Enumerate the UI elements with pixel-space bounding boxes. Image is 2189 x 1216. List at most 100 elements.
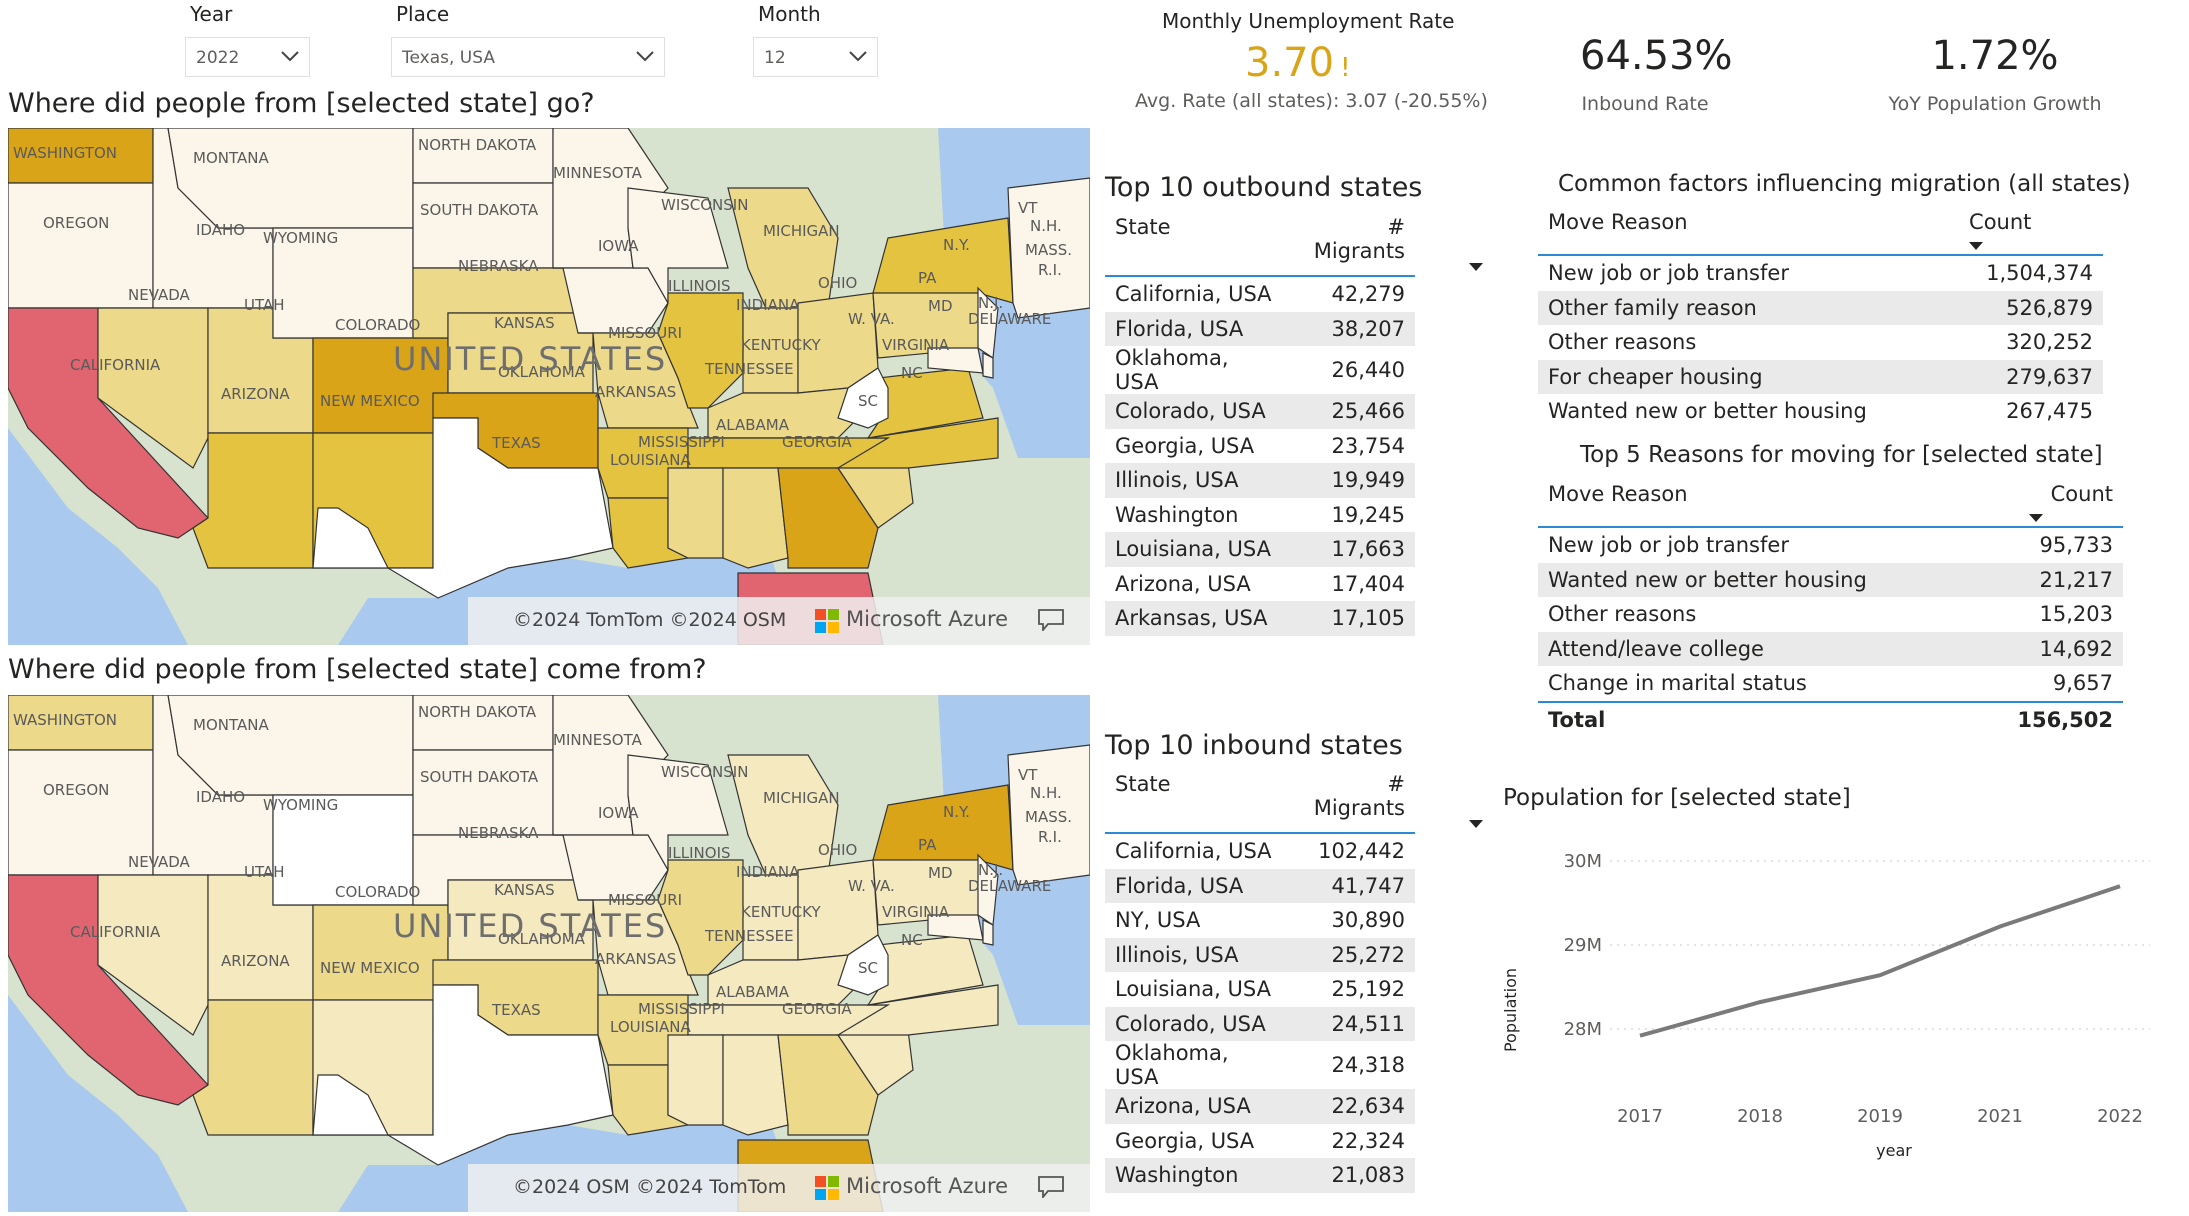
state-alabama[interactable]	[722, 467, 789, 569]
state-label: VIRGINIA	[882, 903, 950, 921]
table-cell-count: 15,203	[2039, 602, 2113, 627]
col-header-count[interactable]: Count	[1974, 482, 2123, 528]
state-delaware[interactable]	[982, 352, 994, 379]
table-row[interactable]: Georgia, USA 22,324	[1105, 1124, 1415, 1159]
state-label: ARIZONA	[221, 952, 290, 970]
feedback-chat-icon[interactable]	[1038, 609, 1064, 631]
state-label: SOUTH DAKOTA	[420, 768, 539, 786]
table-row[interactable]: Illinois, USA 19,949	[1105, 463, 1415, 498]
table-row[interactable]: Oklahoma, USA 24,318	[1105, 1041, 1415, 1089]
state-label: WISCONSIN	[661, 196, 748, 214]
table-row[interactable]: Florida, USA 41,747	[1105, 868, 1415, 903]
country-label: UNITED STATES	[393, 340, 667, 378]
state-south-dakota[interactable]	[412, 749, 554, 836]
table-row[interactable]: Arizona, USA 22,634	[1105, 1089, 1415, 1124]
table-row[interactable]: New job or job transfer 95,733	[1538, 527, 2123, 563]
state-label: KENTUCKY	[741, 903, 821, 921]
table-row[interactable]: Change in marital status 9,657	[1538, 666, 2123, 702]
table-row[interactable]: California, USA 102,442	[1105, 833, 1415, 869]
table-row[interactable]: Other family reason 526,879	[1538, 290, 2103, 325]
inbound-table[interactable]: State # Migrants California, USA 102,442 F…	[1105, 772, 1483, 1193]
table-cell-state: Georgia, USA	[1115, 1128, 1255, 1153]
table-cell-state: California, USA	[1115, 839, 1272, 864]
state-label: IOWA	[598, 237, 639, 255]
table-row[interactable]: Wanted new or better housing 21,217	[1538, 562, 2123, 597]
table-cell-migrants: 21,083	[1282, 1158, 1415, 1193]
state-label: ILLINOIS	[668, 277, 731, 295]
state-label: CALIFORNIA	[70, 923, 161, 941]
state-label: LOUISIANA	[610, 1018, 691, 1036]
sort-descending-icon	[1468, 820, 1483, 828]
table-row[interactable]: Louisiana, USA 25,192	[1105, 972, 1415, 1007]
state-mississippi[interactable]	[667, 1034, 724, 1126]
inbound-map[interactable]: WASHINGTON MONTANA NORTH DAKOTA MINNESOTA OR…	[8, 695, 1090, 1212]
table-cell-state: Florida, USA	[1105, 311, 1283, 346]
state-mississippi[interactable]	[667, 467, 724, 559]
state-south-dakota[interactable]	[412, 182, 554, 269]
outbound-table[interactable]: State # Migrants California, USA 42,279 Fl…	[1105, 215, 1483, 636]
state-montana[interactable]	[167, 695, 414, 796]
table-cell-state: Oklahoma, USA	[1115, 346, 1229, 394]
table-row[interactable]: Louisiana, USA 17,663	[1105, 532, 1415, 567]
state-arizona[interactable]	[192, 432, 314, 569]
table-row[interactable]: Arkansas, USA 17,105	[1105, 601, 1415, 636]
table-row[interactable]: Washington 21,083	[1105, 1158, 1415, 1193]
year-dropdown-value: 2022	[196, 48, 240, 68]
yoy-growth-value: 1.72%	[1931, 33, 2059, 79]
state-label: VT	[1018, 766, 1038, 784]
reasons-table[interactable]: Move Reason Count New job or job transfe…	[1538, 482, 2123, 737]
state-label: INDIANA	[736, 863, 800, 881]
state-delaware[interactable]	[982, 919, 994, 946]
state-label: UTAH	[244, 296, 285, 314]
table-row[interactable]: Florida, USA 38,207	[1105, 311, 1415, 346]
state-arizona[interactable]	[192, 999, 314, 1136]
state-label: ILLINOIS	[668, 844, 731, 862]
state-label: IDAHO	[196, 788, 245, 806]
place-dropdown[interactable]: Texas, USA	[391, 37, 665, 77]
state-label: TEXAS	[491, 434, 541, 452]
table-row[interactable]: Oklahoma, USA 26,440	[1105, 346, 1415, 394]
inbound-map-title: Where did people from [selected state] c…	[8, 654, 707, 685]
alert-icon: !	[1340, 53, 1351, 83]
col-header-move-reason[interactable]: Move Reason	[1538, 210, 1950, 256]
table-row[interactable]: Attend/leave college 14,692	[1538, 631, 2123, 666]
table-cell-migrants: 17,105	[1282, 601, 1415, 636]
table-row[interactable]: New job or job transfer 1,504,374	[1538, 255, 2103, 291]
table-cell-migrants: 22,324	[1331, 1128, 1405, 1153]
table-row[interactable]: Washington 19,245	[1105, 498, 1415, 533]
col-header-state[interactable]: State	[1105, 215, 1283, 277]
table-row[interactable]: Colorado, USA 25,466	[1105, 394, 1415, 429]
table-cell-count: 526,879	[1949, 290, 2103, 325]
population-line-chart[interactable]: 28M 29M 30M 2017 2018 2019 2021 2022 Populatio…	[1490, 820, 2180, 1170]
state-label: MD	[928, 297, 953, 315]
table-cell-reason: Other reasons	[1548, 602, 1697, 627]
map-copyright: ©2024 TomTom ©2024 OSM	[513, 609, 787, 631]
month-dropdown[interactable]: 12	[753, 37, 878, 77]
table-row[interactable]: Wanted new or better housing 267,475	[1538, 394, 2103, 429]
population-series-line[interactable]	[1639, 884, 2121, 1038]
table-row[interactable]: California, USA 42,279	[1105, 276, 1415, 312]
sort-descending-icon	[2029, 514, 2043, 522]
table-cell-state: Illinois, USA	[1105, 937, 1283, 972]
feedback-chat-icon[interactable]	[1038, 1176, 1064, 1198]
col-header-state[interactable]: State	[1105, 772, 1283, 834]
factors-table[interactable]: Move Reason Count New job or job transfe…	[1538, 210, 2103, 429]
col-header-migrants[interactable]: # Migrants	[1282, 772, 1483, 834]
state-alabama[interactable]	[722, 1034, 789, 1136]
state-label: GEORGIA	[782, 433, 852, 451]
table-row[interactable]: Georgia, USA 23,754	[1105, 429, 1415, 464]
col-header-state-label: State	[1115, 772, 1171, 796]
col-header-count[interactable]: Count	[1949, 210, 2103, 256]
table-row[interactable]: Other reasons 320,252	[1538, 325, 2103, 360]
year-dropdown[interactable]: 2022	[185, 37, 310, 77]
state-montana[interactable]	[167, 128, 414, 229]
table-row[interactable]: For cheaper housing 279,637	[1538, 359, 2103, 394]
table-row[interactable]: Other reasons 15,203	[1538, 597, 2123, 632]
table-row[interactable]: Illinois, USA 25,272	[1105, 937, 1415, 972]
col-header-move-reason[interactable]: Move Reason	[1538, 482, 1975, 528]
table-row[interactable]: Colorado, USA 24,511	[1105, 1006, 1415, 1041]
table-row[interactable]: NY, USA 30,890	[1105, 903, 1415, 938]
table-row[interactable]: Arizona, USA 17,404	[1105, 567, 1415, 602]
outbound-map[interactable]: WASHINGTON MONTANA NORTH DAKOTA MINNESOTA OR…	[8, 128, 1090, 645]
col-header-migrants[interactable]: # Migrants	[1282, 215, 1483, 277]
